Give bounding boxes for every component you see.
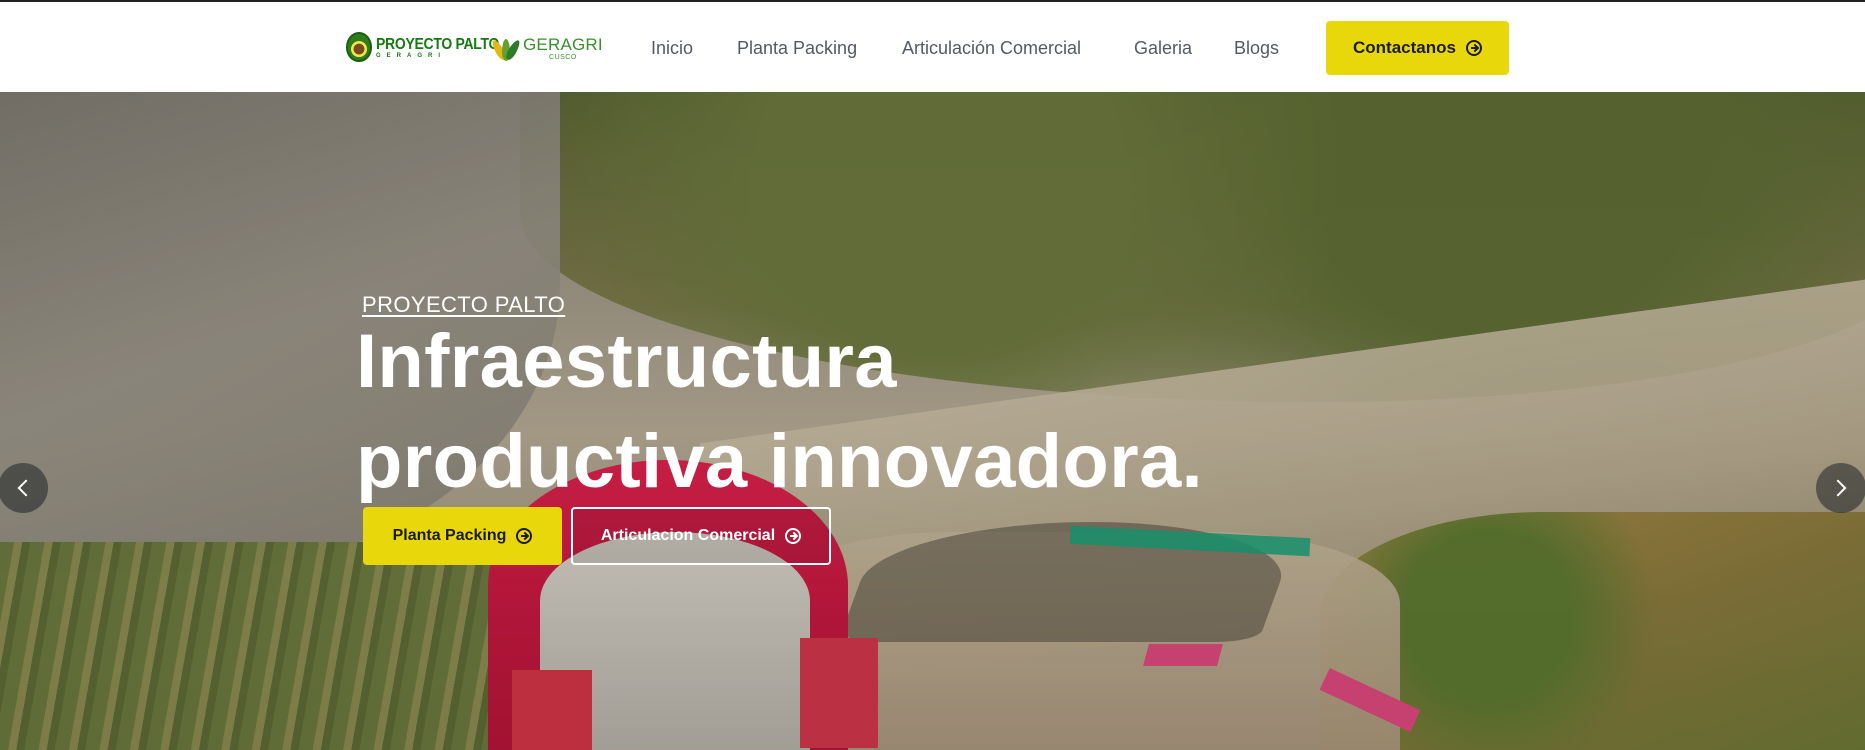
logo-primary-subtext: GERAGRI [376, 52, 447, 59]
planta-packing-button-label: Planta Packing [392, 527, 507, 544]
hero-headline: Infraestructura productiva innovadora. [356, 319, 1203, 504]
carousel-next-button[interactable] [1816, 463, 1865, 513]
arrow-circle-right-icon [785, 528, 802, 544]
leaf-icon [490, 33, 522, 63]
arrow-circle-right-icon [516, 528, 533, 544]
proyecto-palto-logo[interactable]: PROYECTO PALTO GERAGRI [346, 30, 499, 64]
nav-item-planta-packing[interactable]: Planta Packing [737, 36, 857, 60]
nav-item-galeria[interactable]: Galeria [1134, 36, 1192, 60]
nav-item-inicio[interactable]: Inicio [651, 36, 693, 60]
hero-slider: PROYECTO PALTO Infraestructura productiv… [0, 92, 1865, 750]
nav-item-articulacion-comercial[interactable]: Articulación Comercial [902, 36, 1081, 60]
articulacion-comercial-button-label: Articulacion Comercial [600, 527, 776, 544]
articulacion-comercial-button[interactable]: Articulacion Comercial [571, 507, 831, 565]
site-header: PROYECTO PALTO GERAGRI GERAGRI CUSCO Ini… [0, 2, 1865, 92]
logo-secondary-text: GERAGRI [523, 34, 603, 54]
planta-packing-button[interactable]: Planta Packing [363, 507, 562, 565]
nav-item-blogs[interactable]: Blogs [1234, 36, 1279, 60]
logo-secondary-subtext: CUSCO [549, 53, 577, 61]
arrow-circle-right-icon [1465, 40, 1482, 56]
geragri-logo[interactable]: GERAGRI CUSCO [490, 30, 603, 66]
contact-button[interactable]: Contactanos [1326, 21, 1509, 75]
chevron-left-icon [17, 479, 35, 497]
carousel-prev-button[interactable] [0, 463, 48, 513]
contact-button-label: Contactanos [1353, 38, 1456, 57]
logo-primary-text: PROYECTO PALTO [376, 33, 500, 52]
chevron-right-icon [1829, 479, 1847, 497]
avocado-icon [346, 32, 372, 62]
